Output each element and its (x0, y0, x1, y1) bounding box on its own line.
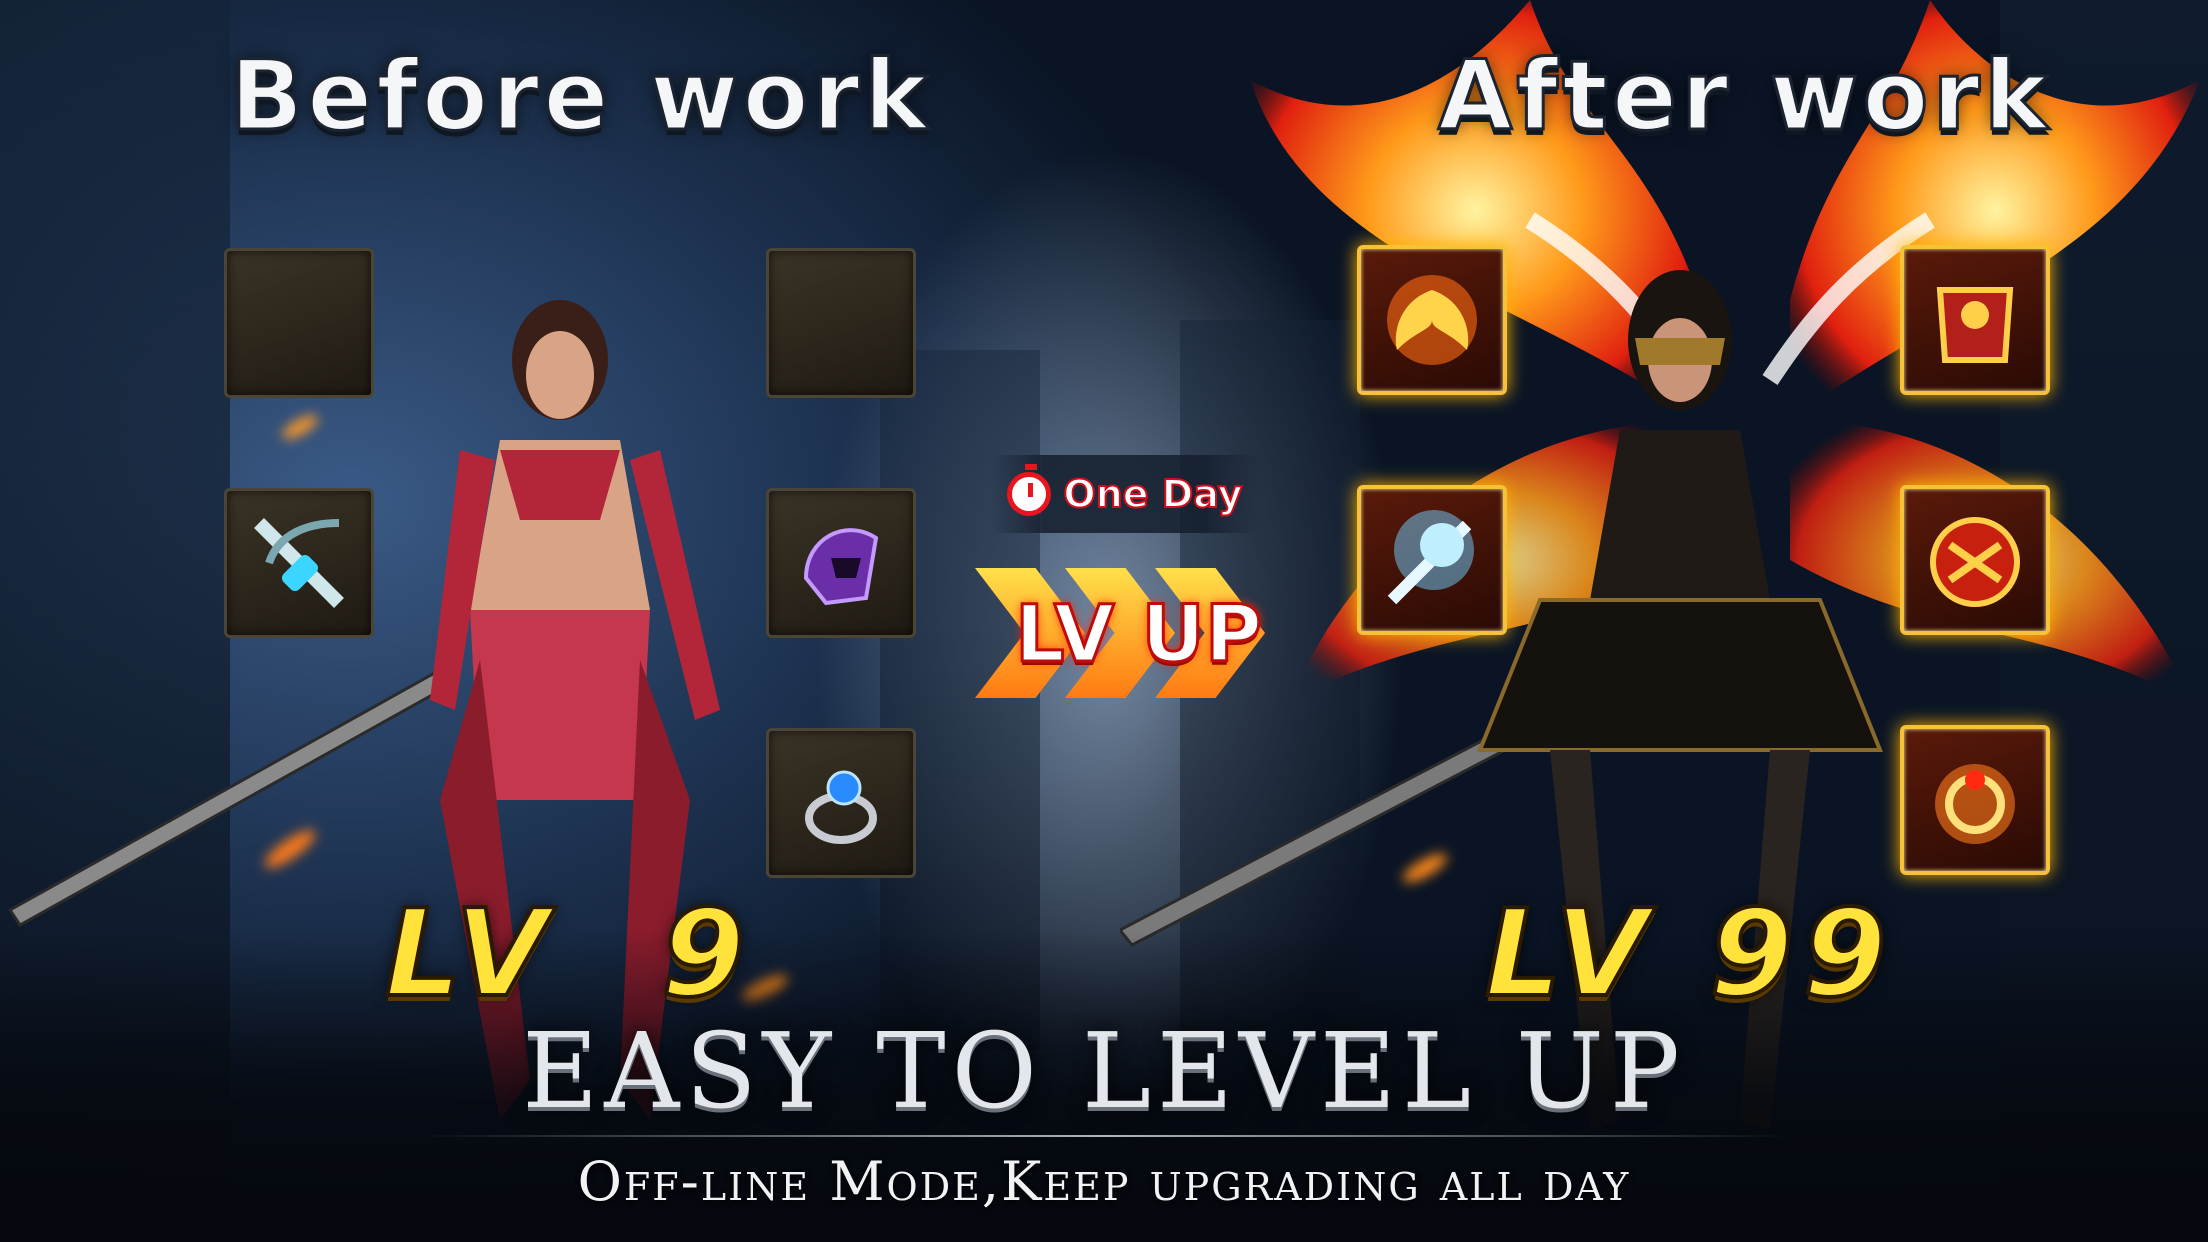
equip-slot-after-top-left[interactable] (1357, 245, 1507, 395)
equip-slot-before-bottom-right[interactable] (766, 728, 916, 878)
fire-ring-icon (1935, 764, 2015, 844)
equip-slot-before-mid-left[interactable] (224, 488, 374, 638)
before-work-title: Before work (229, 39, 932, 154)
equip-slot-before-top-left[interactable] (224, 248, 374, 398)
after-work-title: After work (1437, 39, 2052, 154)
equip-slot-after-bottom-right[interactable] (1900, 725, 2050, 875)
level-before: LV 9 (383, 883, 755, 1026)
ice-crossbow-icon (1387, 510, 1474, 605)
main-slogan: EASY TO LEVEL UP (522, 1010, 1686, 1132)
lvup-label: LV UP (1014, 589, 1264, 682)
equip-slot-after-top-right[interactable] (1900, 245, 2050, 395)
equip-slot-after-mid-left[interactable] (1357, 485, 1507, 635)
equip-slot-after-mid-right[interactable] (1900, 485, 2050, 635)
gold-armor-icon (1936, 287, 2014, 363)
equip-slot-before-top-right[interactable] (766, 248, 916, 398)
flame-helmet-icon (1930, 517, 2020, 607)
purple-helmet-icon (803, 528, 879, 606)
sub-slogan: Off-line Mode,Keep upgrading all day (577, 1150, 1631, 1213)
game-scene: Before work After work One Day LV UP LV … (0, 0, 2208, 1242)
crossbow-icon (254, 518, 344, 608)
blue-gem-ring-icon (805, 770, 877, 844)
slogan-divider (420, 1135, 1790, 1137)
level-after: LV 99 (1483, 883, 1897, 1026)
equip-slot-before-mid-right[interactable] (766, 488, 916, 638)
lvup-badge: LV UP (975, 440, 1305, 740)
phoenix-icon (1387, 275, 1477, 365)
